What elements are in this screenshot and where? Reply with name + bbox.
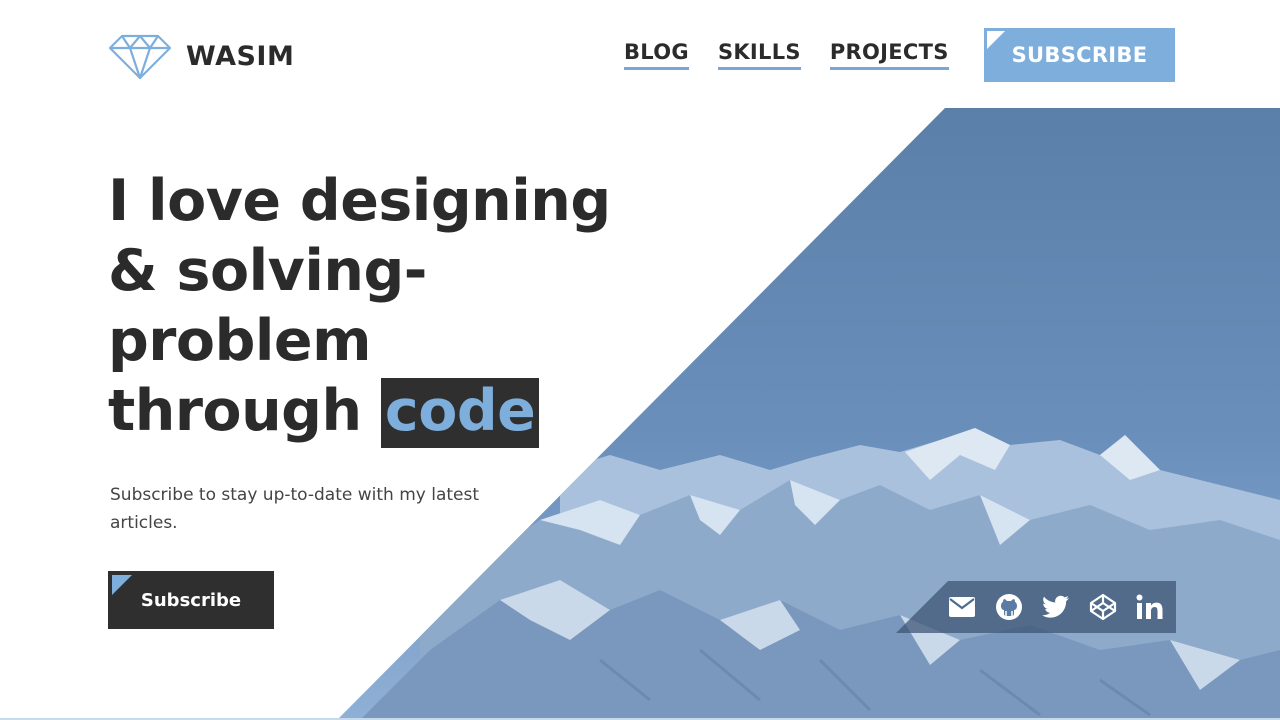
brand-name: WASIM bbox=[186, 40, 295, 72]
headline-line-4-text: through bbox=[108, 378, 362, 444]
social-icons bbox=[946, 581, 1166, 633]
github-icon[interactable] bbox=[993, 591, 1025, 623]
hero-subscribe-button[interactable]: Subscribe bbox=[108, 571, 274, 629]
headline-highlight: code bbox=[380, 378, 540, 448]
nav-subscribe-label: SUBSCRIBE bbox=[1011, 43, 1148, 67]
hero-subtitle: Subscribe to stay up-to-date with my lat… bbox=[110, 485, 480, 533]
headline-line-1: I love designing bbox=[108, 168, 611, 234]
linkedin-icon[interactable] bbox=[1134, 591, 1166, 623]
diamond-logo-icon bbox=[108, 34, 172, 80]
hero-headline: I love designing & solving- problem thro… bbox=[108, 166, 611, 448]
logo-link[interactable]: WASIM bbox=[108, 32, 294, 80]
headline-line-2: & solving- bbox=[108, 238, 427, 304]
nav-link-skills[interactable]: SKILLS bbox=[717, 40, 801, 70]
headline-line-3: problem bbox=[108, 308, 371, 374]
main-nav: BLOG SKILLS PROJECTS bbox=[624, 40, 949, 70]
mail-icon[interactable] bbox=[946, 591, 978, 623]
nav-subscribe-button[interactable]: SUBSCRIBE bbox=[984, 28, 1175, 82]
corner-accent bbox=[112, 575, 132, 595]
nav-link-blog[interactable]: BLOG bbox=[624, 40, 689, 70]
social-links-bar bbox=[896, 581, 1176, 633]
corner-accent bbox=[987, 31, 1005, 49]
headline-line-4: through code bbox=[108, 376, 611, 448]
codepen-icon[interactable] bbox=[1087, 591, 1119, 623]
twitter-icon[interactable] bbox=[1040, 591, 1072, 623]
nav-link-projects[interactable]: PROJECTS bbox=[829, 40, 949, 70]
hero-subscribe-label: Subscribe bbox=[140, 589, 242, 611]
